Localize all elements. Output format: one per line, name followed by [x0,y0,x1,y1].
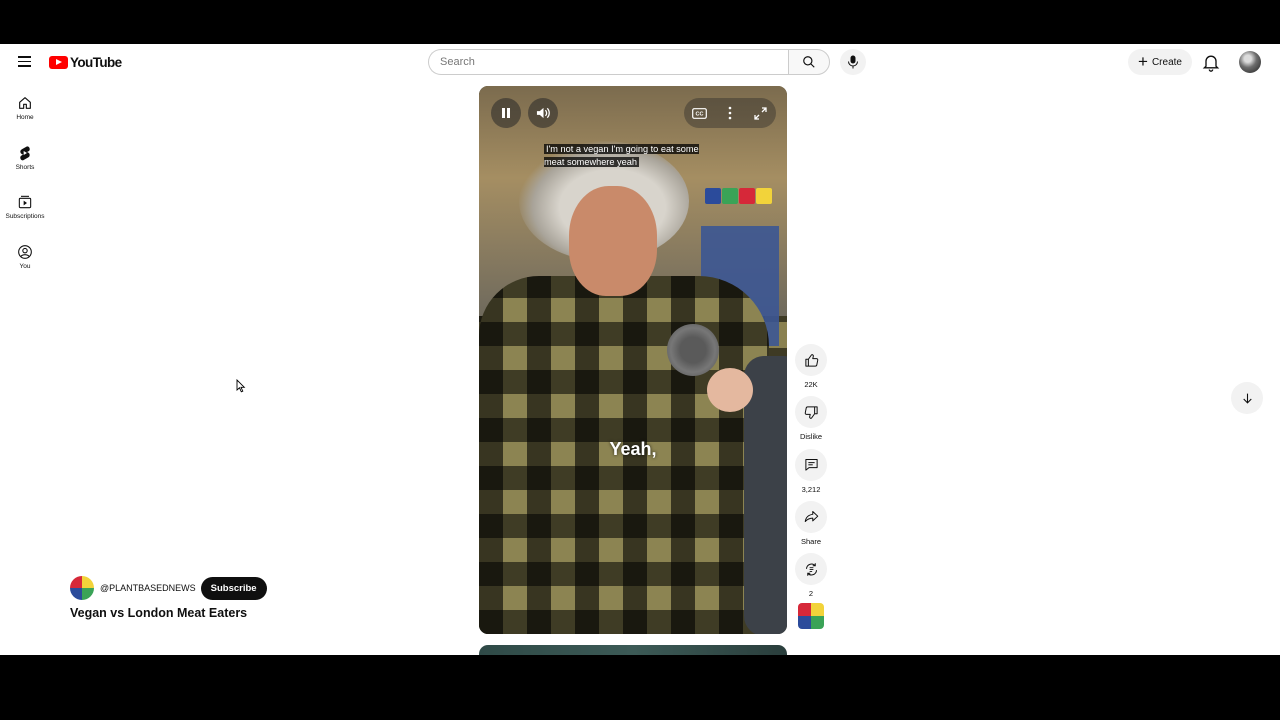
volume-icon [536,107,550,119]
more-vertical-icon [728,106,732,120]
logo-quadrant [811,603,824,616]
fullscreen-icon [754,106,767,120]
pause-icon [502,108,510,118]
youtube-logo[interactable]: YouTube [49,54,122,70]
volume-button[interactable] [528,98,558,128]
sidebar-item-shorts[interactable]: Shorts [0,140,50,190]
captions-button[interactable]: CC [688,102,710,124]
voice-search-button[interactable] [840,49,866,75]
channel-logo-button[interactable] [798,603,824,629]
logo-quadrant [798,603,811,616]
logo-quadrant [811,616,824,629]
sidebar-item-label: You [19,262,31,270]
next-video-button[interactable] [1231,382,1263,414]
comment-count: 3,212 [801,484,821,494]
video-interviewer-hand [707,368,753,412]
dislike-action: Dislike [794,396,828,448]
remix-count: 2 [808,589,814,599]
thumbs-down-icon [804,406,818,419]
comments-button[interactable] [795,448,827,481]
video-caption: I'm not a vegan I'm going to eat some me… [544,143,720,168]
brand-badge-icon [739,188,755,204]
logo-quadrant [82,576,94,588]
more-options-button[interactable] [719,102,741,124]
share-icon [804,511,818,523]
subscribe-button[interactable]: Subscribe [200,576,267,600]
channel-avatar[interactable] [70,576,94,600]
logo-quadrant [82,588,94,600]
microphone-icon [848,55,858,69]
mouse-cursor-icon [236,379,246,393]
create-button[interactable]: + Create [1128,49,1192,75]
dislike-label: Dislike [799,432,823,442]
plus-icon: + [1138,51,1148,71]
bell-icon [1202,55,1220,72]
sidebar-item-you[interactable]: You [0,239,50,289]
menu-icon[interactable] [14,53,36,71]
youtube-play-icon [49,55,68,69]
top-bar: YouTube + Create [0,44,1280,80]
fullscreen-button[interactable] [750,102,772,124]
logo-quadrant [70,588,82,600]
logo-text: YouTube [70,54,122,70]
player-controls-right: CC [684,98,776,128]
like-button[interactable] [795,344,827,376]
search-button[interactable] [788,49,830,75]
sidebar-item-label: Shorts [15,163,35,171]
video-title[interactable]: Vegan vs London Meat Eaters [70,606,247,620]
account-avatar[interactable] [1239,51,1261,73]
create-label: Create [1151,56,1182,68]
logo-quadrant [70,576,82,588]
video-subject-face [569,186,657,296]
sidebar-item-label: Subscriptions [5,213,45,220]
sidebar-item-home[interactable]: Home [0,90,50,140]
you-icon [18,244,32,259]
comment-icon [804,459,818,471]
like-action: 22K [794,344,828,396]
sidebar: Home Shorts Subscriptions You [0,90,50,288]
shorts-video-player[interactable]: CC I'm not a vegan I'm going to eat some… [479,86,787,634]
search-input[interactable] [428,49,788,75]
sidebar-item-label: Home [16,114,34,121]
like-count: 22K [804,380,818,389]
comments-action: 3,212 [794,448,828,501]
remix-icon [805,562,817,576]
search-icon [803,56,815,68]
pause-button[interactable] [491,98,521,128]
logo-quadrant [798,616,811,629]
brand-badge-icon [705,188,721,204]
remix-button[interactable] [795,553,827,586]
video-microphone [667,324,719,376]
next-short-preview[interactable] [479,645,787,655]
notifications-button[interactable] [1201,52,1221,72]
shorts-actions: 22K Dislike 3,212 Share 2 [794,344,828,605]
brand-badge-icon [756,188,772,204]
video-overlay-text: Yeah, [609,439,657,459]
video-brand-badges [705,188,772,204]
shorts-icon [20,145,30,160]
home-icon [19,97,31,109]
captions-icon: CC [691,107,707,119]
subscriptions-icon [18,195,32,209]
thumbs-up-icon [804,353,818,367]
search-bar [428,49,830,75]
sidebar-item-subscriptions[interactable]: Subscriptions [0,189,50,239]
remix-action: 2 [794,553,828,605]
caption-text: I'm not a vegan I'm going to eat some me… [544,144,699,167]
channel-handle[interactable]: @PLANTBASEDNEWS [100,583,196,593]
brand-badge-icon [722,188,738,204]
youtube-shorts-page: YouTube + Create Home Shorts [0,44,1280,655]
arrow-down-icon [1242,393,1252,404]
dislike-button[interactable] [795,396,827,429]
svg-text:CC: CC [695,111,703,117]
share-action: Share [794,500,828,553]
channel-info: @PLANTBASEDNEWS Subscribe [70,576,267,600]
share-label: Share [800,536,821,546]
share-button[interactable] [795,500,827,533]
